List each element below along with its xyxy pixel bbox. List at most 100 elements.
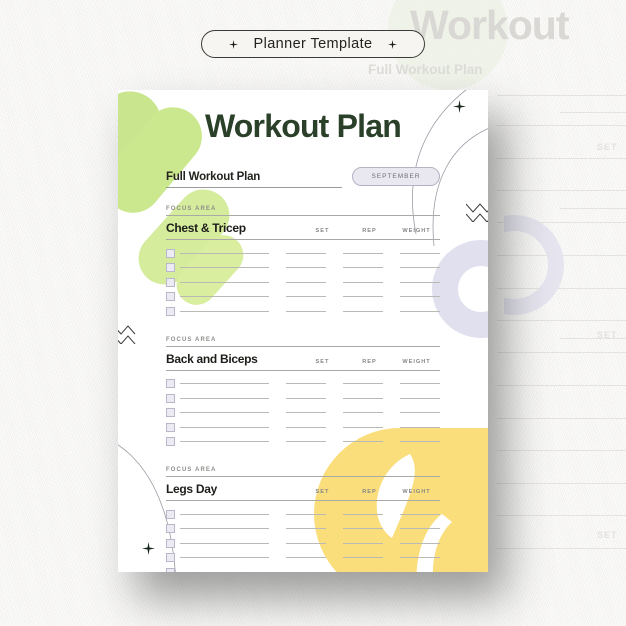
weight-line[interactable] bbox=[400, 513, 440, 515]
rep-line[interactable] bbox=[343, 542, 383, 544]
sheet-content: Workout Plan Full Workout Plan SEPTEMBER… bbox=[118, 90, 488, 572]
set-line[interactable] bbox=[286, 513, 326, 515]
rep-line[interactable] bbox=[343, 310, 383, 312]
exercise-name-line[interactable] bbox=[180, 528, 269, 530]
row-checkbox[interactable] bbox=[166, 422, 175, 432]
row-checkbox[interactable] bbox=[166, 263, 175, 273]
weight-line[interactable] bbox=[400, 383, 440, 385]
exercise-row[interactable] bbox=[166, 290, 440, 305]
exercise-row[interactable] bbox=[166, 536, 440, 551]
exercise-name-line[interactable] bbox=[180, 513, 269, 515]
exercise-row[interactable] bbox=[166, 391, 440, 406]
rep-line[interactable] bbox=[343, 383, 383, 385]
exercise-row[interactable] bbox=[166, 377, 440, 392]
row-checkbox[interactable] bbox=[166, 567, 175, 572]
set-line[interactable] bbox=[286, 397, 326, 399]
row-checkbox[interactable] bbox=[166, 524, 175, 534]
rep-line[interactable] bbox=[343, 513, 383, 515]
rep-line[interactable] bbox=[343, 426, 383, 428]
weight-line[interactable] bbox=[400, 252, 440, 254]
ghost-rule bbox=[497, 548, 626, 549]
planner-template-badge[interactable]: Planner Template bbox=[201, 30, 425, 58]
exercise-row[interactable] bbox=[166, 435, 440, 450]
exercise-row[interactable] bbox=[166, 551, 440, 566]
weight-line[interactable] bbox=[400, 397, 440, 399]
exercise-row[interactable] bbox=[166, 406, 440, 421]
set-line[interactable] bbox=[286, 296, 326, 298]
rep-line[interactable] bbox=[343, 557, 383, 559]
ghost-rule bbox=[497, 158, 626, 159]
exercise-name-line[interactable] bbox=[180, 252, 269, 254]
rep-line[interactable] bbox=[343, 296, 383, 298]
row-checkbox[interactable] bbox=[166, 393, 175, 403]
set-line[interactable] bbox=[286, 542, 326, 544]
set-line[interactable] bbox=[286, 267, 326, 269]
set-line[interactable] bbox=[286, 310, 326, 312]
exercise-name-line[interactable] bbox=[180, 281, 269, 283]
set-line[interactable] bbox=[286, 383, 326, 385]
plan-name-field[interactable]: Full Workout Plan bbox=[166, 171, 342, 188]
row-checkbox[interactable] bbox=[166, 408, 175, 418]
exercise-row[interactable] bbox=[166, 261, 440, 276]
exercise-row[interactable] bbox=[166, 275, 440, 290]
weight-line[interactable] bbox=[400, 296, 440, 298]
rep-line[interactable] bbox=[343, 252, 383, 254]
rep-line[interactable] bbox=[343, 397, 383, 399]
weight-line[interactable] bbox=[400, 412, 440, 414]
row-checkbox[interactable] bbox=[166, 379, 175, 389]
rep-line[interactable] bbox=[343, 281, 383, 283]
weight-line[interactable] bbox=[400, 557, 440, 559]
focus-area-label: FOCUS AREA bbox=[166, 206, 217, 212]
exercise-row[interactable] bbox=[166, 246, 440, 261]
exercise-name-line[interactable] bbox=[180, 542, 269, 544]
workout-plan-sheet: Workout Plan Full Workout Plan SEPTEMBER… bbox=[118, 90, 488, 572]
weight-line[interactable] bbox=[400, 528, 440, 530]
section-bottom-rule bbox=[166, 369, 440, 371]
weight-line[interactable] bbox=[400, 542, 440, 544]
row-checkbox[interactable] bbox=[166, 437, 175, 447]
exercise-name-line[interactable] bbox=[180, 397, 269, 399]
exercise-name-line[interactable] bbox=[180, 441, 269, 443]
set-line[interactable] bbox=[286, 528, 326, 530]
exercise-row[interactable] bbox=[166, 565, 440, 572]
ghost-rule bbox=[560, 208, 626, 209]
weight-line[interactable] bbox=[400, 310, 440, 312]
set-line[interactable] bbox=[286, 426, 326, 428]
rep-line[interactable] bbox=[343, 267, 383, 269]
exercise-name-line[interactable] bbox=[180, 267, 269, 269]
row-checkbox[interactable] bbox=[166, 509, 175, 519]
month-badge[interactable]: SEPTEMBER bbox=[352, 167, 440, 186]
weight-line[interactable] bbox=[400, 426, 440, 428]
exercise-name-line[interactable] bbox=[180, 296, 269, 298]
weight-line[interactable] bbox=[400, 281, 440, 283]
ghost-rule bbox=[497, 190, 626, 191]
rep-line[interactable] bbox=[343, 412, 383, 414]
exercise-row[interactable] bbox=[166, 304, 440, 319]
row-checkbox[interactable] bbox=[166, 306, 175, 316]
rep-line[interactable] bbox=[343, 528, 383, 530]
weight-line[interactable] bbox=[400, 441, 440, 443]
exercise-row[interactable] bbox=[166, 507, 440, 522]
exercise-name-line[interactable] bbox=[180, 310, 269, 312]
row-checkbox[interactable] bbox=[166, 538, 175, 548]
plan-name-underline bbox=[166, 187, 342, 188]
set-line[interactable] bbox=[286, 441, 326, 443]
row-checkbox[interactable] bbox=[166, 292, 175, 302]
set-line[interactable] bbox=[286, 252, 326, 254]
exercise-name-line[interactable] bbox=[180, 426, 269, 428]
set-line[interactable] bbox=[286, 412, 326, 414]
planner-template-badge-label: Planner Template bbox=[253, 36, 373, 52]
exercise-name-line[interactable] bbox=[180, 383, 269, 385]
row-checkbox[interactable] bbox=[166, 553, 175, 563]
row-checkbox[interactable] bbox=[166, 277, 175, 287]
exercise-name-line[interactable] bbox=[180, 557, 269, 559]
set-line[interactable] bbox=[286, 557, 326, 559]
ghost-rule bbox=[560, 338, 626, 339]
rep-line[interactable] bbox=[343, 441, 383, 443]
exercise-row[interactable] bbox=[166, 522, 440, 537]
set-line[interactable] bbox=[286, 281, 326, 283]
exercise-name-line[interactable] bbox=[180, 412, 269, 414]
exercise-row[interactable] bbox=[166, 420, 440, 435]
row-checkbox[interactable] bbox=[166, 248, 175, 258]
weight-line[interactable] bbox=[400, 267, 440, 269]
